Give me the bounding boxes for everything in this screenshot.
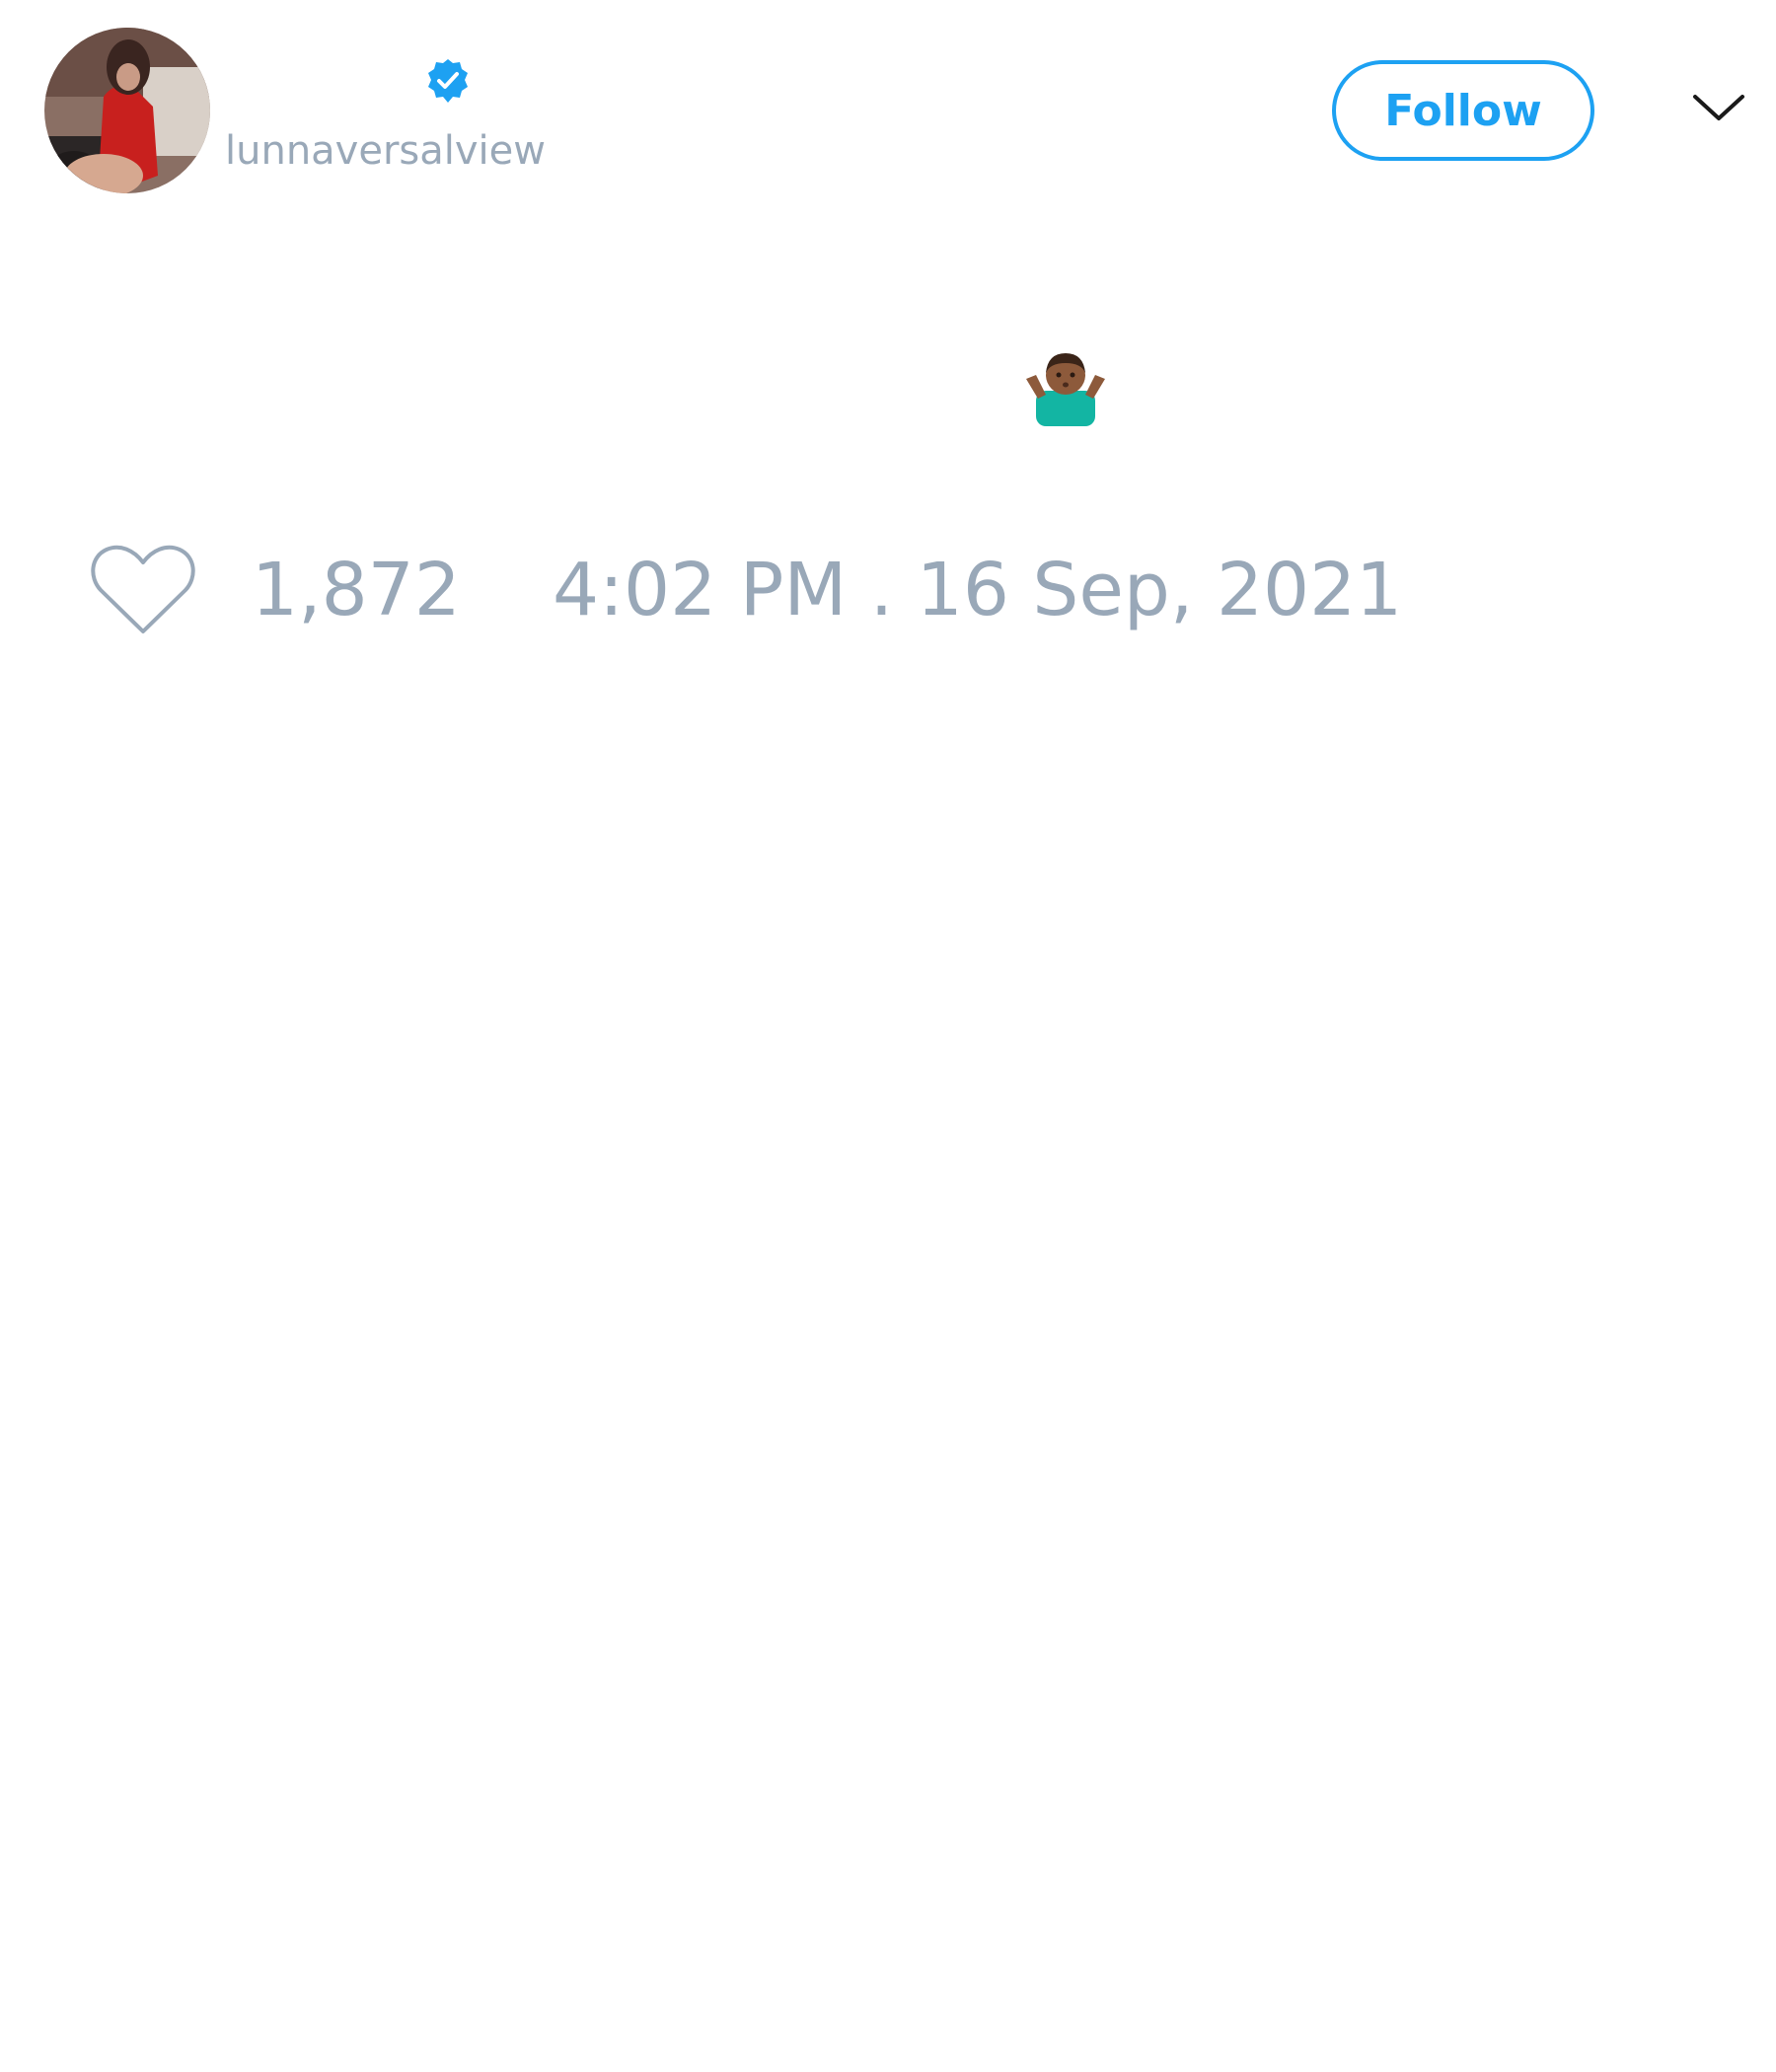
follow-button[interactable]: Follow — [1332, 60, 1594, 161]
chevron-down-icon[interactable] — [1689, 89, 1748, 128]
like-count: 1,872 — [252, 548, 461, 632]
person-shrugging-emoji-icon — [1024, 345, 1107, 428]
avatar[interactable] — [44, 28, 210, 193]
verified-badge-icon — [424, 57, 472, 105]
heart-outline-icon[interactable] — [89, 541, 197, 639]
author-handle[interactable]: lunnaversalview — [225, 126, 546, 176]
tweet-timestamp[interactable]: 4:02 PM . 16 Sep, 2021 — [553, 548, 1402, 632]
